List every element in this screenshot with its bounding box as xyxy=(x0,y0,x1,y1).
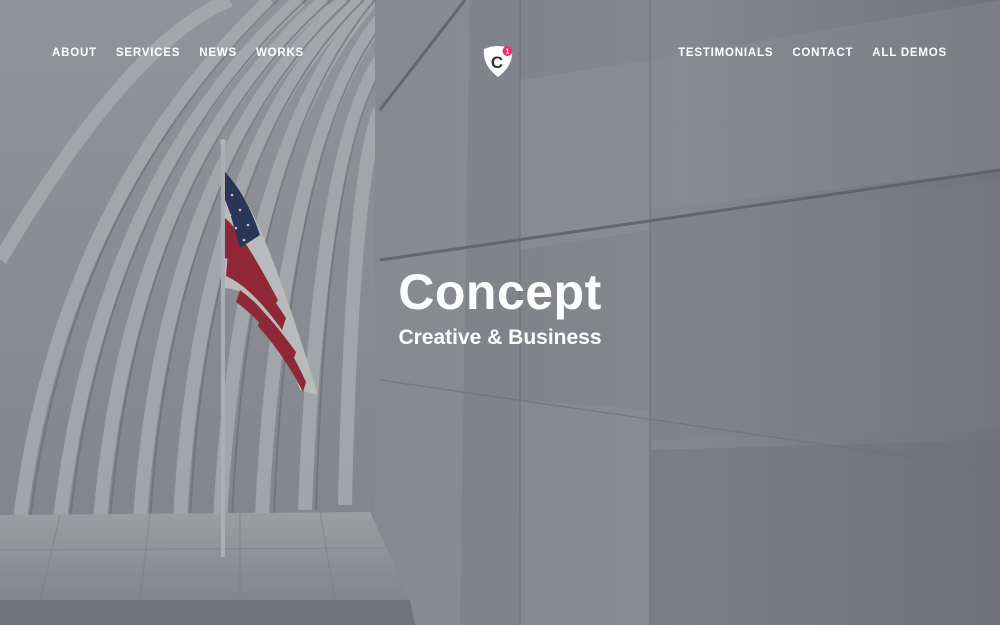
nav-link-services[interactable]: SERVICES xyxy=(116,47,180,59)
hero-section: ABOUT SERVICES NEWS WORKS C 1 TESTIMONIA… xyxy=(0,0,1000,625)
logo-icon: C 1 xyxy=(483,46,513,77)
nav-link-testimonials[interactable]: TESTIMONIALS xyxy=(678,47,773,59)
hero-title: Concept xyxy=(398,264,602,320)
nav-link-works[interactable]: WORKS xyxy=(256,47,304,59)
nav-link-about[interactable]: ABOUT xyxy=(52,47,97,59)
hero-subtitle: Creative & Business xyxy=(398,326,602,349)
logo-badge-number: 1 xyxy=(506,49,510,56)
nav-left: ABOUT SERVICES NEWS WORKS xyxy=(52,47,304,59)
site-logo[interactable]: C 1 xyxy=(480,43,516,79)
logo-letter: C xyxy=(491,53,503,72)
nav-right: TESTIMONIALS CONTACT ALL DEMOS xyxy=(678,47,947,59)
nav-link-all-demos[interactable]: ALL DEMOS xyxy=(872,47,947,59)
nav-link-contact[interactable]: CONTACT xyxy=(792,47,853,59)
nav-link-news[interactable]: NEWS xyxy=(199,47,237,59)
